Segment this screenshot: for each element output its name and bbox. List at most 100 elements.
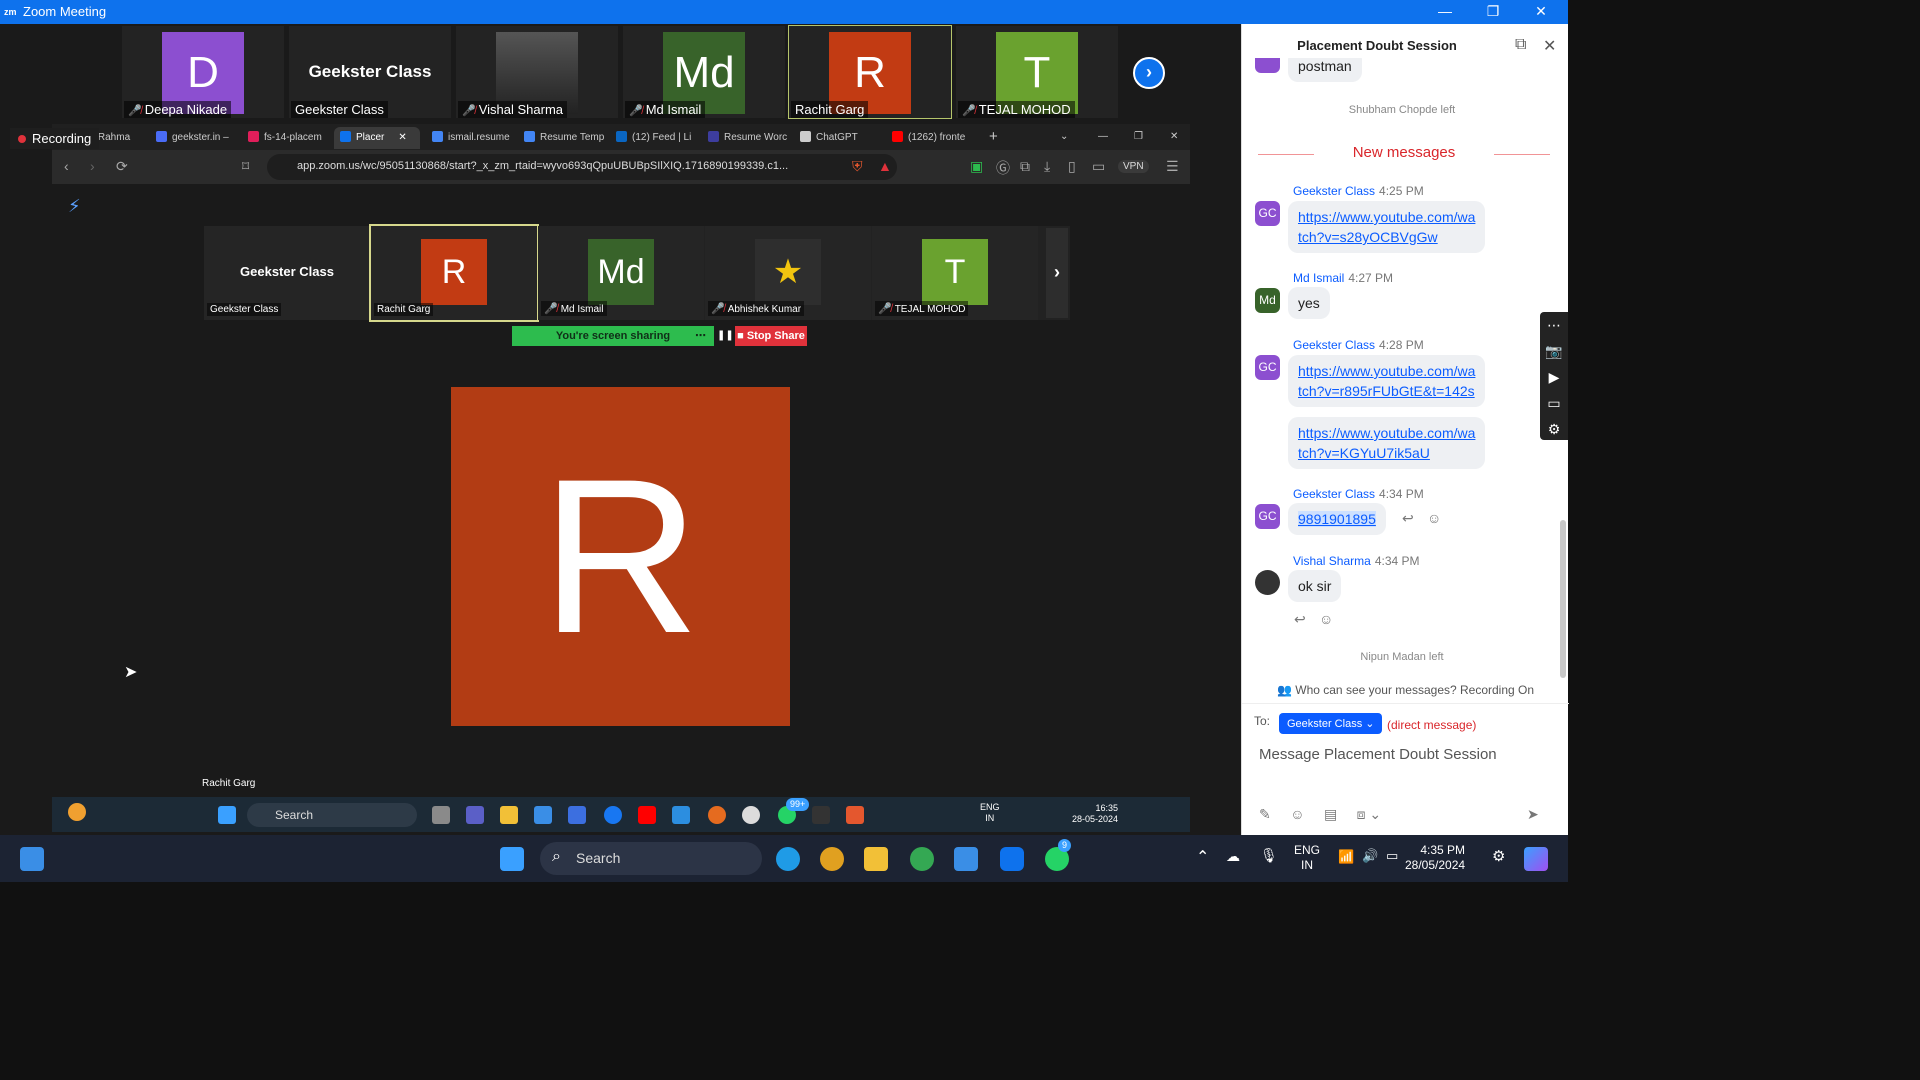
store-icon[interactable] [954, 847, 978, 871]
brave-shield-icon[interactable]: ⛨ [852, 158, 863, 175]
window-icon[interactable]: ▭ [1540, 390, 1568, 416]
participant-tile[interactable]: T 🎤̸ TEJAL MOHOD [956, 26, 1118, 118]
participant-tile[interactable]: T 🎤̸ TEJAL MOHOD [872, 226, 1038, 320]
chevron-up-icon[interactable]: ⌃ [1196, 847, 1209, 867]
phone-message[interactable]: 9891901895 [1288, 503, 1386, 535]
zoom-icon[interactable] [1000, 847, 1024, 871]
teams-icon[interactable] [466, 806, 484, 824]
reload-icon[interactable]: ⟳ [116, 158, 128, 175]
format-icon[interactable]: ✎ [1259, 806, 1271, 822]
notification-icon[interactable]: ⚙ [1492, 847, 1505, 865]
tab-close-icon[interactable]: ✕ [398, 132, 406, 143]
share-status[interactable]: You're screen sharing ⋯ [512, 326, 714, 346]
participant-tile[interactable]: ★ 🎤̸ Abhishek Kumar [705, 226, 871, 320]
brave-icon[interactable] [846, 806, 864, 824]
stop-share-button[interactable]: ■ Stop Share [735, 326, 807, 346]
youtube-icon[interactable] [638, 806, 656, 824]
participant-tile[interactable]: D 🎤̸ Deepa Nikade [122, 26, 284, 118]
settings-gear-icon[interactable]: ⚙ [1540, 416, 1568, 442]
participant-tile[interactable]: 🎤̸ Vishal Sharma [456, 26, 618, 118]
visibility-notice[interactable]: 👥 Who can see your messages? Recording O… [1242, 676, 1569, 704]
camera-icon[interactable]: 📷 [1540, 338, 1568, 364]
browser-tab[interactable]: ChatGPT [794, 127, 880, 149]
browser-tab[interactable]: geekster.in – [150, 127, 236, 149]
close-chat-icon[interactable]: ✕ [1543, 36, 1556, 56]
browser-tab[interactable]: ismail.resume [426, 127, 512, 149]
app-icon[interactable] [568, 806, 586, 824]
chrome-profile-icon[interactable] [910, 847, 934, 871]
browser-tab[interactable]: (1262) fronte [886, 127, 972, 149]
language-indicator[interactable]: ENG IN [980, 802, 1000, 824]
browser-tab[interactable]: Resume Worc [702, 127, 788, 149]
back-icon[interactable]: ‹ [64, 158, 69, 174]
tab-list-chevron-icon[interactable]: ⌄ [1054, 127, 1074, 149]
file-icon[interactable]: ▤ [1324, 806, 1337, 822]
new-tab-button[interactable]: + [986, 127, 1006, 149]
windows-start-icon[interactable] [218, 806, 236, 824]
browser-restore-button[interactable]: ❐ [1128, 127, 1148, 149]
file-explorer-icon[interactable] [864, 847, 888, 871]
brave-rewards-icon[interactable]: ▲ [878, 158, 892, 174]
participant-tile[interactable]: Geekster Class Geekster Class [289, 26, 451, 118]
vscode-icon[interactable] [672, 806, 690, 824]
reply-icon[interactable]: ↩ [1294, 611, 1306, 628]
bookmark-icon[interactable]: ⌑ [242, 158, 249, 175]
browser-tab[interactable]: (12) Feed | Li [610, 127, 696, 149]
taskbar-search[interactable]: Search [247, 803, 417, 827]
volume-icon[interactable]: 🔊 [1362, 848, 1378, 864]
vpn-button[interactable]: VPN [1118, 160, 1149, 173]
facebook-icon[interactable] [604, 806, 622, 824]
wifi-icon[interactable]: 📶 [1338, 849, 1354, 865]
emoji-icon[interactable]: ☺ [1290, 806, 1304, 822]
participant-tile-active[interactable]: R Rachit Garg [369, 224, 539, 322]
browser-close-button[interactable]: ✕ [1164, 127, 1184, 149]
minimize-button[interactable]: — [1422, 0, 1468, 24]
send-icon[interactable]: ➤ [1527, 806, 1539, 823]
screenshot-icon[interactable]: ⧈ [1357, 806, 1366, 822]
store-icon[interactable] [534, 806, 552, 824]
browser-tab-active[interactable]: Placer ✕ [334, 127, 420, 149]
firefox-icon[interactable] [708, 806, 726, 824]
browser-tab[interactable]: fs-14-placem [242, 127, 328, 149]
link-message[interactable]: https://www.youtube.com/wa tch?v=r895rFUb… [1288, 355, 1486, 407]
message-input[interactable]: Message Placement Doubt Session [1259, 746, 1497, 763]
chrome-icon[interactable] [820, 847, 844, 871]
windows-start-icon[interactable] [500, 847, 524, 871]
pop-out-icon[interactable]: ⧉ [1515, 36, 1526, 54]
battery-icon[interactable]: ▭ [1386, 848, 1398, 864]
address-bar[interactable]: app.zoom.us/wc/95051130868/start?_x_zm_r… [267, 154, 897, 180]
participant-tile-active[interactable]: R Rachit Garg [788, 25, 952, 119]
browser-tab[interactable]: Resume Temp [518, 127, 604, 149]
chat-scrollbar[interactable] [1560, 520, 1566, 678]
video-icon[interactable]: ▶ [1540, 364, 1568, 390]
emoji-react-icon[interactable]: ☺ [1427, 510, 1441, 526]
clock[interactable]: 16:35 28-05-2024 [1072, 803, 1118, 825]
close-window-button[interactable]: ✕ [1518, 0, 1564, 24]
grammarly-icon[interactable]: Ⓖ [996, 158, 1010, 178]
sidebar-icon[interactable]: ▯ [1068, 158, 1076, 175]
clock[interactable]: 4:35 PM 28/05/2024 [1405, 843, 1465, 873]
menu-icon[interactable]: ☰ [1166, 158, 1179, 175]
wallet-icon[interactable]: ▭ [1092, 158, 1105, 175]
participant-tile[interactable]: Geekster Class Geekster Class [204, 226, 370, 320]
widgets-icon[interactable] [20, 847, 44, 871]
copilot-icon[interactable] [1524, 847, 1548, 871]
participant-tile[interactable]: Md 🎤̸ Md Ismail [538, 226, 704, 320]
taskbar-search[interactable]: Search [540, 842, 762, 875]
extensions-icon[interactable]: ⧉ [1020, 158, 1030, 175]
obs-icon[interactable] [742, 806, 760, 824]
more-icon[interactable]: ⋯ [1540, 312, 1568, 338]
link-message[interactable]: https://www.youtube.com/wa tch?v=s28yOCBV… [1288, 201, 1486, 253]
more-options-icon[interactable]: ⋯ [695, 326, 706, 346]
terminal-icon[interactable] [812, 806, 830, 824]
reply-icon[interactable]: ↩ [1402, 510, 1414, 527]
pause-share-button[interactable]: ❚❚ [717, 326, 734, 346]
restore-button[interactable]: ❐ [1470, 0, 1516, 24]
link-message[interactable]: https://www.youtube.com/wa tch?v=KGYuU7ik… [1288, 417, 1486, 469]
recording-indicator[interactable]: Recording [10, 128, 100, 149]
mic-icon[interactable]: 🎙 [1260, 847, 1278, 864]
edge-icon[interactable] [776, 847, 800, 871]
onedrive-icon[interactable]: ☁ [1226, 848, 1240, 865]
emoji-react-icon[interactable]: ☺ [1319, 611, 1333, 627]
extension-icon[interactable]: ▣ [970, 158, 983, 175]
